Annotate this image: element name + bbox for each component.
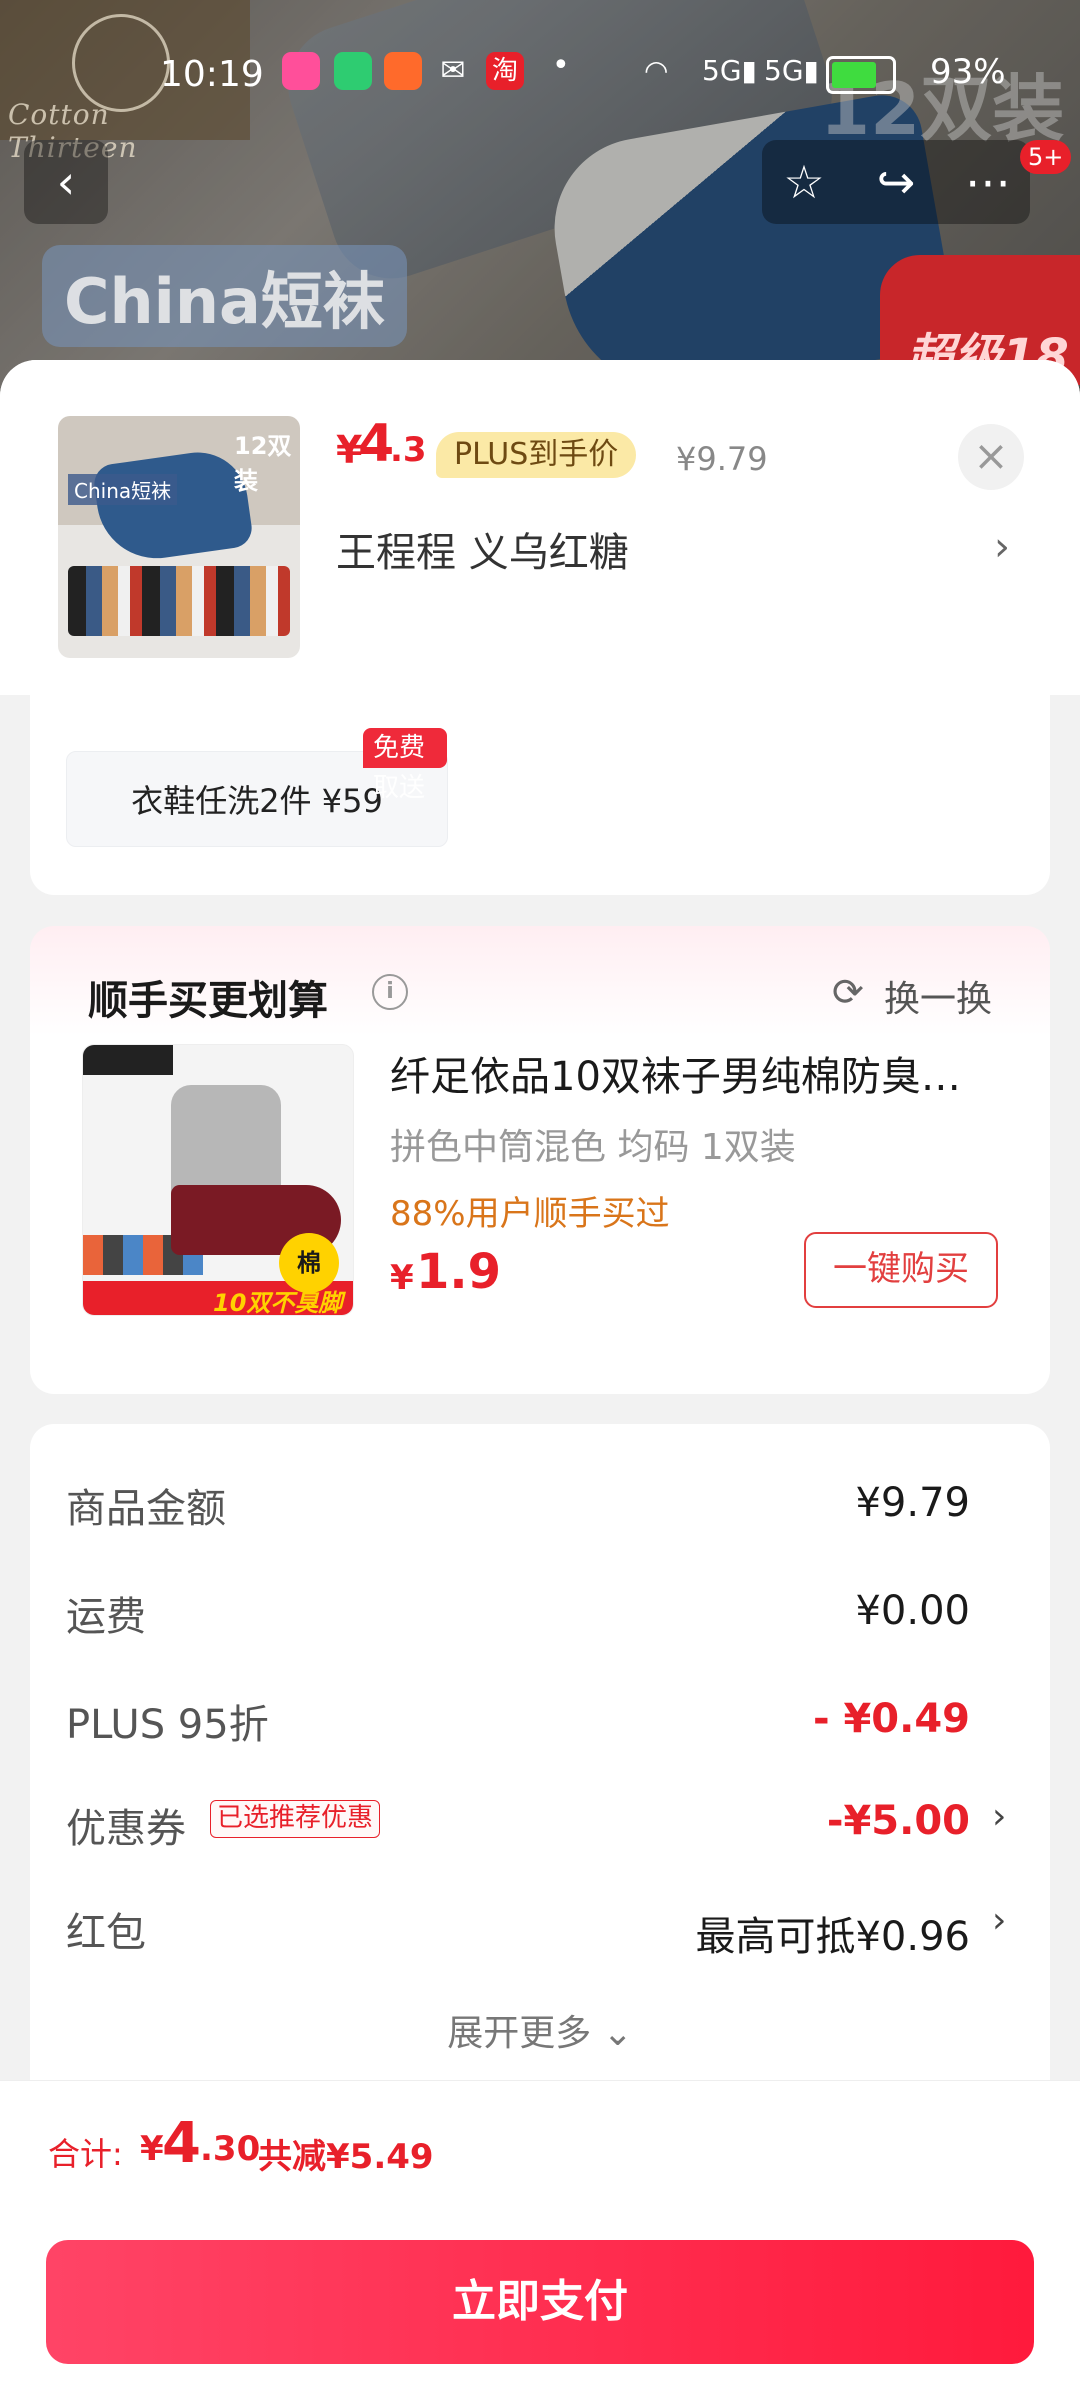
price-summary-card: 商品金额 ¥9.79 运费 ¥0.00 PLUS 95折 - ¥0.49 优惠券… — [30, 1424, 1050, 2134]
close-icon: × — [973, 431, 1009, 480]
refresh-icon[interactable]: ⟳ — [832, 970, 864, 1014]
product-thumbnail[interactable]: China短袜 12双装 — [58, 416, 300, 658]
share-icon[interactable]: ↪ — [854, 140, 938, 224]
info-icon[interactable]: i — [372, 974, 408, 1010]
notification-video-icon — [334, 52, 372, 90]
total-saved: 共减¥5.49 — [258, 2137, 434, 2177]
total-bar: 合计: ¥ 4 .30 共减¥5.49 — [0, 2080, 1080, 2221]
chevron-right-icon[interactable]: › — [992, 1796, 1006, 1837]
row-label-redpacket[interactable]: 红包 — [66, 1900, 146, 1958]
selected-variant[interactable]: 王程程 义乌红糖 — [336, 520, 629, 578]
thumb-sock-shape — [91, 446, 255, 566]
upsell-product-spec: 拼色中筒混色 均码 1双装 — [390, 1127, 796, 1168]
signal-icon-2: 5G▮ — [764, 54, 819, 87]
signal-label-2: 5G — [764, 54, 804, 87]
taobao-icon: 淘 — [486, 52, 524, 90]
message-badge: 5+ — [1020, 140, 1072, 174]
expand-more-button[interactable]: 展开更多 ⌄ — [30, 2004, 1050, 2056]
total-label: 合计: — [48, 2135, 123, 2173]
row-label-coupon[interactable]: 优惠券 — [66, 1796, 186, 1854]
signal-label-1: 5G — [702, 54, 742, 87]
row-value-redpacket[interactable]: 最高可抵¥0.96 — [695, 1904, 970, 1962]
chevron-left-icon: ‹ — [56, 155, 76, 209]
sheet-header: China短袜 12双装 ¥ 4 .3 PLUS到手价 ¥9.79 × 王程程 … — [0, 360, 1080, 695]
upsell-price: 1.9 — [416, 1244, 502, 1300]
upsell-stat: 88%用户顺手买过 — [390, 1194, 670, 1234]
thumb-cotton-badge: 棉 — [279, 1233, 339, 1293]
row-value-shipping: ¥0.00 — [855, 1588, 970, 1634]
more-notifications-dot: • — [552, 48, 570, 83]
plus-price-tag: PLUS到手价 — [436, 432, 637, 478]
thumb-count-label: 12双装 — [234, 432, 292, 495]
wechat-icon: ✉ — [440, 53, 466, 88]
total-decimal: .30 — [200, 2129, 261, 2169]
status-time: 10:19 — [160, 54, 264, 95]
total-currency: ¥ — [140, 2129, 164, 2169]
upsell-product-name[interactable]: 纤足依品10双袜子男纯棉防臭… — [390, 1044, 1020, 1102]
banner-china-tag: China短袜 — [42, 245, 407, 347]
original-price: ¥9.79 — [676, 440, 768, 478]
row-label-plus-discount: PLUS 95折 — [66, 1702, 269, 1748]
upsell-price-currency: ¥ — [390, 1258, 414, 1298]
upsell-card: 顺手买更划算 i ⟳ 换一换 10双不臭脚 棉 纤足依品10双袜子男纯棉防臭… … — [30, 926, 1050, 1394]
swap-button[interactable]: 换一换 — [884, 970, 992, 1022]
notification-shop-icon — [384, 52, 422, 90]
row-value-coupon[interactable]: -¥5.00 — [827, 1798, 970, 1844]
price-integer: 4 — [358, 414, 395, 474]
signal-icon-1: 5G▮ — [702, 54, 757, 87]
coupon-recommend-tag: 已选推荐优惠 — [210, 1800, 381, 1838]
pay-area: 立即支付 — [0, 2220, 1080, 2400]
row-label-subtotal: 商品金额 — [66, 1486, 226, 1532]
status-bar: 10:19 ✉ 淘 • ◠ 5G▮ 5G▮ 93% — [0, 40, 1080, 110]
close-button[interactable]: × — [958, 424, 1024, 490]
row-value-plus-discount: - ¥0.49 — [812, 1696, 970, 1742]
more-icon[interactable]: ⋯ — [946, 140, 1030, 224]
service-badge: 免费取送 — [363, 728, 447, 803]
thumb-top-bar — [83, 1045, 173, 1075]
pay-now-button[interactable]: 立即支付 — [46, 2240, 1034, 2364]
price-decimal: .3 — [390, 430, 427, 470]
thumb-brand-label: China短袜 — [68, 474, 178, 505]
row-value-subtotal: ¥9.79 — [855, 1480, 970, 1526]
back-button[interactable]: ‹ — [24, 140, 108, 224]
total-integer: 4 — [162, 2111, 201, 2176]
notification-app-icon — [282, 52, 320, 90]
checkout-sheet: China短袜 12双装 ¥ 4 .3 PLUS到手价 ¥9.79 × 王程程 … — [0, 360, 1080, 2400]
thumb-sock-row — [68, 566, 290, 636]
top-action-group: ☆ ↪ ⋯ — [762, 140, 1030, 224]
service-card: 衣鞋任洗2件 ¥59 免费取送 — [30, 695, 1050, 895]
chevron-right-icon[interactable]: › — [994, 524, 1010, 570]
favorite-star-icon[interactable]: ☆ — [762, 140, 846, 224]
service-option[interactable]: 衣鞋任洗2件 ¥59 免费取送 — [66, 728, 448, 847]
battery-percent: 93% — [930, 52, 1006, 92]
wifi-icon: ◠ — [644, 54, 669, 87]
upsell-product-image[interactable]: 10双不臭脚 棉 — [82, 1044, 354, 1316]
chevron-right-icon[interactable]: › — [992, 1900, 1006, 1941]
one-click-buy-button[interactable]: 一键购买 — [804, 1232, 998, 1308]
upsell-title: 顺手买更划算 — [88, 978, 328, 1024]
battery-icon — [826, 56, 896, 94]
row-label-shipping: 运费 — [66, 1594, 146, 1640]
